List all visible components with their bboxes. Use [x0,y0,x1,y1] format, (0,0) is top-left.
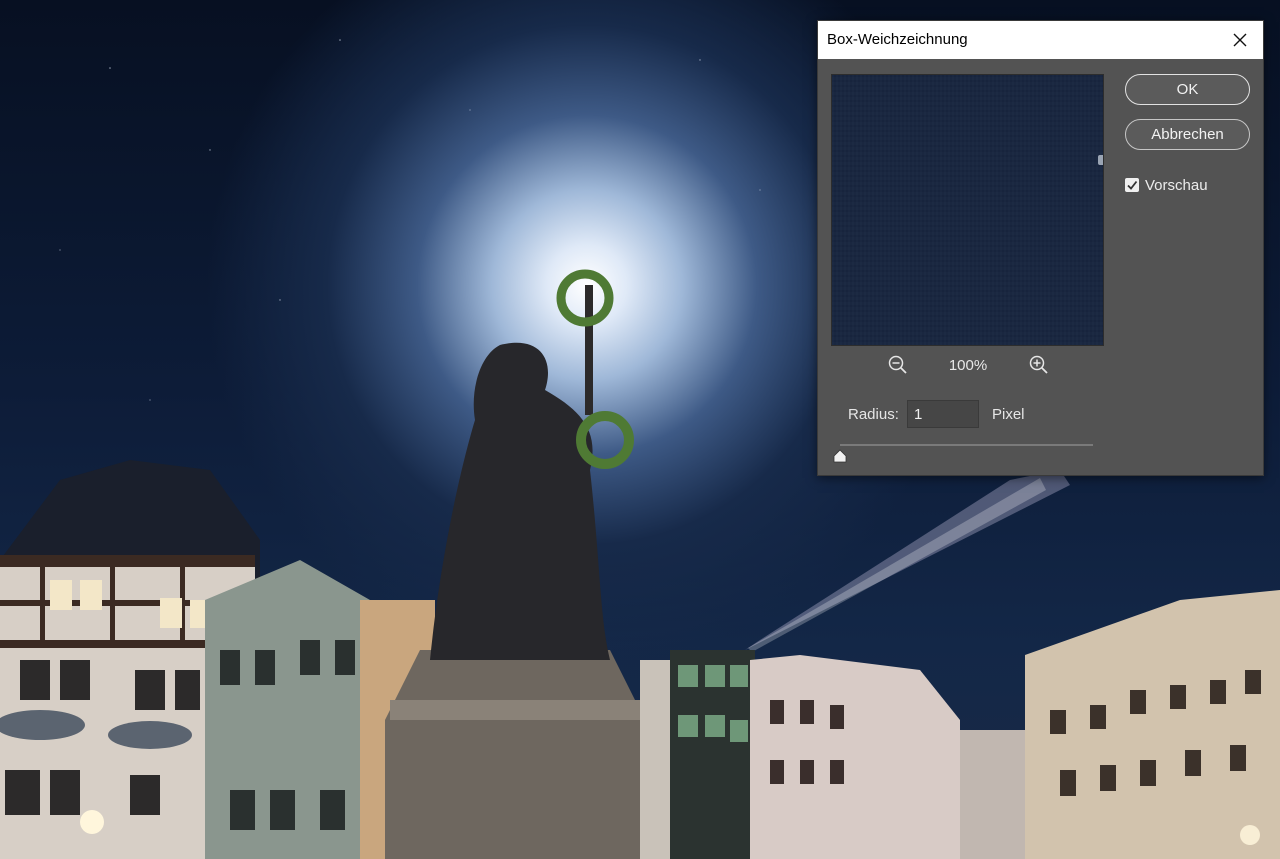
radius-slider-track[interactable] [840,444,1093,446]
radius-unit-label: Pixel [992,406,1025,423]
dialog-titlebar: Box-Weichzeichnung [818,21,1263,59]
cancel-button[interactable]: Abbrechen [1125,119,1250,150]
preview-pane[interactable] [831,74,1104,346]
radius-slider-thumb[interactable] [833,449,847,463]
ok-button[interactable]: OK [1125,74,1250,105]
slider-thumb-icon [833,449,847,463]
preview-checkbox-label: Vorschau [1145,176,1208,194]
checkbox-box[interactable] [1125,178,1139,192]
zoom-controls: 100% [831,354,1104,380]
zoom-out-button[interactable] [887,354,909,376]
zoom-level: 100% [948,357,988,374]
close-icon [1233,33,1247,47]
radius-label: Radius: [848,406,899,423]
radius-input[interactable] [907,400,979,428]
dialog-title: Box-Weichzeichnung [827,31,968,48]
zoom-out-icon [888,355,907,374]
checkmark-icon [1127,180,1138,190]
box-blur-dialog: Box-Weichzeichnung 100% Radius: 1 Pixel … [817,20,1264,476]
close-button[interactable] [1217,21,1263,59]
zoom-in-button[interactable] [1028,354,1050,376]
preview-checkbox[interactable]: Vorschau [1125,175,1208,195]
zoom-in-icon [1029,355,1048,374]
preview-highlight [1098,155,1103,165]
